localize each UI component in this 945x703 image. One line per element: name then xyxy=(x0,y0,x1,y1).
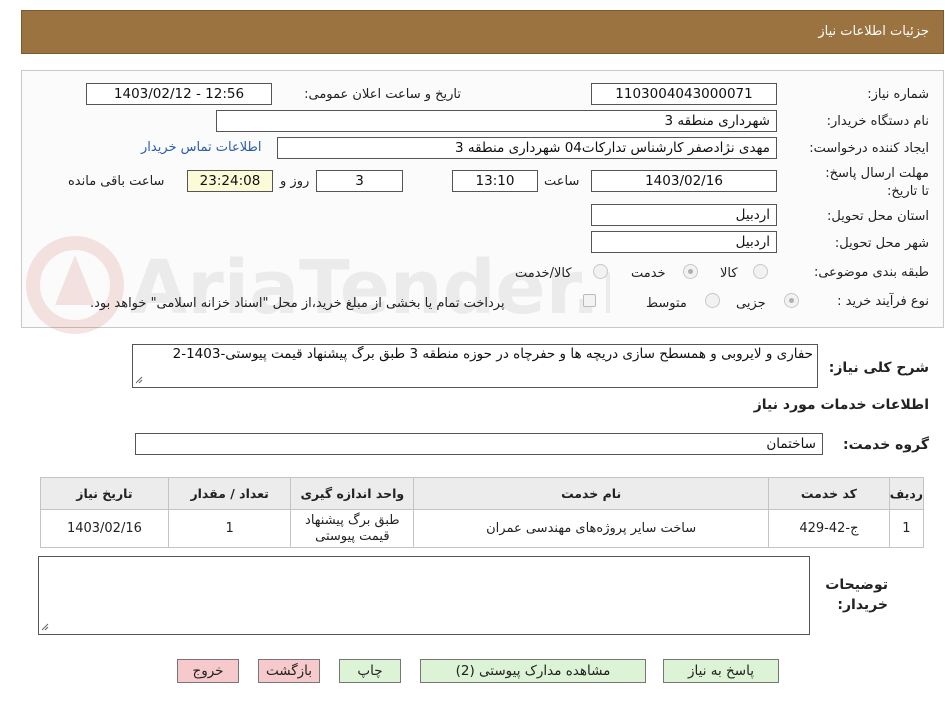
remaining-label: ساعت باقی مانده xyxy=(68,174,165,189)
payment-note: پرداخت تمام یا بخشی از مبلغ خرید،از محل … xyxy=(90,296,505,311)
process-label: نوع فرآیند خرید : xyxy=(837,294,929,309)
service-group-field: ساختمان xyxy=(135,433,823,455)
province-label: استان محل تحویل: xyxy=(827,209,929,224)
view-attachments-button[interactable]: مشاهده مدارک پیوستی (2) xyxy=(420,659,646,683)
details-panel xyxy=(21,70,944,328)
buyer-notes-label-2: خریدار: xyxy=(837,597,888,613)
days-field: 3 xyxy=(316,170,403,192)
resize-handle-icon[interactable] xyxy=(135,376,143,384)
page-header: جزئیات اطلاعات نیاز xyxy=(21,10,944,54)
services-table: ردیف کد خدمت نام خدمت واحد اندازه گیری ت… xyxy=(40,477,925,548)
exit-button[interactable]: خروج xyxy=(177,659,239,683)
description-text: حفاری و لایروبی و همسطح سازی دریچه ها و … xyxy=(172,346,813,362)
announce-datetime-label: تاریخ و ساعت اعلان عمومی: xyxy=(304,87,461,102)
cell-row-number: 1 xyxy=(888,509,925,548)
print-button[interactable]: چاپ xyxy=(339,659,401,683)
buyer-contact-link[interactable]: اطلاعات تماس خریدار xyxy=(141,140,261,155)
category-goods-label: کالا xyxy=(720,266,738,281)
reply-button[interactable]: پاسخ به نیاز xyxy=(663,659,779,683)
category-label: طبقه بندی موضوعی: xyxy=(813,265,929,280)
time-label: ساعت xyxy=(544,174,580,189)
cell-quantity: 1 xyxy=(167,509,292,548)
category-service-label: خدمت xyxy=(631,266,666,281)
days-label: روز و xyxy=(280,174,310,189)
process-minor-label: جزیی xyxy=(736,296,766,311)
cell-need-date: 1403/02/16 xyxy=(40,509,169,548)
cell-unit: طبق برگ پیشنهاد قیمت پیوستی xyxy=(290,509,415,548)
buyer-notes-label-1: توضیحات xyxy=(825,577,888,593)
buyer-org-label: نام دستگاه خریدار: xyxy=(826,114,929,129)
province-field: اردبیل xyxy=(591,204,777,226)
requester-field: مهدی نژادصفر کارشناس تدارکات04 شهرداری م… xyxy=(277,137,777,159)
deadline-time-field: 13:10 xyxy=(452,170,538,192)
process-medium-radio[interactable] xyxy=(705,293,720,308)
process-medium-label: متوسط xyxy=(646,296,687,311)
requester-label: ایجاد کننده درخواست: xyxy=(809,141,929,156)
col-header-unit: واحد اندازه گیری xyxy=(290,477,415,510)
col-header-quantity: تعداد / مقدار xyxy=(167,477,292,510)
services-title: اطلاعات خدمات مورد نیاز xyxy=(753,397,929,413)
col-header-service-code: کد خدمت xyxy=(768,477,890,510)
cell-service-name: ساخت سایر پروژه‌های مهندسی عمران xyxy=(413,509,770,548)
col-header-service-name: نام خدمت xyxy=(413,477,770,510)
treasury-checkbox[interactable] xyxy=(583,294,596,307)
table-header-row: ردیف کد خدمت نام خدمت واحد اندازه گیری ت… xyxy=(40,477,925,510)
back-button[interactable]: بازگشت xyxy=(258,659,320,683)
need-number-label: شماره نیاز: xyxy=(867,87,929,102)
category-goods-service-label: کالا/خدمت xyxy=(515,266,572,281)
city-field: اردبیل xyxy=(591,231,777,253)
buyer-notes-field xyxy=(38,556,810,635)
col-header-need-date: تاریخ نیاز xyxy=(40,477,169,510)
category-goods-service-radio[interactable] xyxy=(593,264,608,279)
service-group-label: گروه خدمت: xyxy=(843,437,929,453)
announce-datetime-field: 1403/02/12 - 12:56 xyxy=(86,83,272,105)
city-label: شهر محل تحویل: xyxy=(834,236,929,251)
deadline-label: مهلت ارسال پاسخ: تا تاریخ: xyxy=(825,166,929,199)
remaining-time-field: 23:24:08 xyxy=(187,170,273,192)
deadline-date-field: 1403/02/16 xyxy=(591,170,777,192)
page-title: جزئیات اطلاعات نیاز xyxy=(818,24,929,39)
table-row: 1 ج-42-429 ساخت سایر پروژه‌های مهندسی عم… xyxy=(40,509,925,548)
resize-handle-icon[interactable] xyxy=(41,623,49,631)
category-service-radio[interactable] xyxy=(683,264,698,279)
need-number-field: 1103004043000071 xyxy=(591,83,777,105)
category-goods-radio[interactable] xyxy=(753,264,768,279)
col-header-row-number: ردیف xyxy=(888,477,925,510)
process-minor-radio[interactable] xyxy=(784,293,799,308)
buyer-org-field: شهرداری منطقه 3 xyxy=(216,110,777,132)
description-field: حفاری و لایروبی و همسطح سازی دریچه ها و … xyxy=(132,344,818,388)
description-label: شرح کلی نیاز: xyxy=(828,360,929,376)
cell-service-code: ج-42-429 xyxy=(768,509,890,548)
